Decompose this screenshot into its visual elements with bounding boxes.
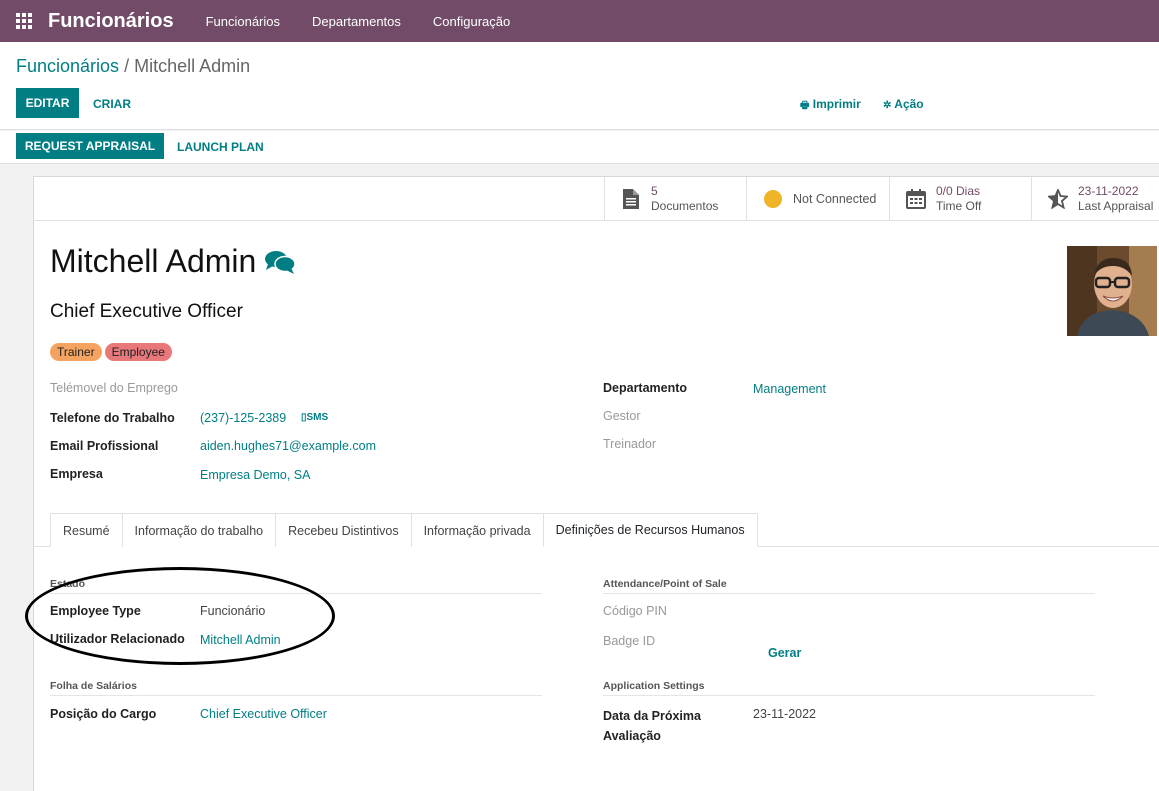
tab-received-badges[interactable]: Recebeu Distintivos: [275, 513, 412, 547]
email-value[interactable]: aiden.hughes71@example.com: [200, 439, 376, 453]
tab-hr-settings[interactable]: Definições de Recursos Humanos: [542, 513, 758, 547]
next-appraisal-label-line1: Data da Próxima: [603, 709, 701, 723]
action-button[interactable]: ✲ Ação: [883, 97, 924, 111]
job-position-value[interactable]: Chief Executive Officer: [200, 707, 327, 721]
launch-plan-button[interactable]: LAUNCH PLAN: [177, 140, 264, 154]
presence-smart-button[interactable]: Not Connected: [746, 177, 889, 221]
control-panel: Funcionários / Mitchell Admin EDITAR CRI…: [0, 42, 1159, 130]
star-icon: [1048, 189, 1068, 209]
attendance-group-title: Attendance/Point of Sale: [603, 578, 727, 590]
create-button[interactable]: CRIAR: [93, 97, 131, 111]
time-off-value: 0/0 Dias: [936, 184, 981, 198]
company-value[interactable]: Empresa Demo, SA: [200, 468, 310, 482]
work-phone-label: Telefone do Trabalho: [50, 411, 175, 425]
email-label: Email Profissional: [50, 439, 159, 453]
app-settings-group-divider: [603, 695, 1095, 696]
sms-button[interactable]: ▯SMS: [301, 412, 328, 423]
mobile-label: Telémovel do Emprego: [50, 381, 178, 395]
calendar-icon: [906, 189, 926, 209]
presence-status-icon: [763, 189, 783, 209]
document-icon: [621, 189, 641, 209]
action-label: Ação: [894, 97, 924, 111]
job-position-label: Posição do Cargo: [50, 707, 157, 721]
employee-name: Mitchell Admin: [50, 243, 297, 280]
tag-trainer[interactable]: Trainer: [50, 343, 102, 361]
badge-id-label: Badge ID: [603, 634, 656, 648]
gear-icon: ✲: [883, 100, 892, 111]
print-label: Imprimir: [812, 97, 861, 111]
breadcrumb-parent[interactable]: Funcionários: [16, 56, 119, 76]
top-navbar: Funcionários Funcionários Departamentos …: [0, 0, 1159, 42]
printer-icon: 🖶: [800, 100, 810, 111]
next-appraisal-label-line2: Avaliação: [603, 729, 661, 743]
form-sheet: 5 Documentos Not Connected 0/0 Dias Time…: [33, 176, 1159, 791]
employee-name-text: Mitchell Admin: [50, 243, 257, 279]
appraisal-smart-button[interactable]: 23-11-2022 Last Appraisal: [1031, 177, 1159, 221]
payroll-group-title: Folha de Salários: [50, 680, 137, 692]
menu-configuracao[interactable]: Configuração: [417, 14, 526, 29]
app-brand[interactable]: Funcionários: [48, 10, 174, 33]
menu-departamentos[interactable]: Departamentos: [296, 14, 417, 29]
breadcrumb-separator: /: [119, 56, 135, 76]
sms-label: SMS: [306, 412, 329, 423]
department-label: Departamento: [603, 381, 688, 395]
print-button[interactable]: 🖶 Imprimir: [800, 97, 861, 115]
attendance-group-divider: [603, 593, 1095, 594]
tab-work-information[interactable]: Informação do trabalho: [121, 513, 277, 547]
payroll-group-divider: [50, 695, 542, 696]
appraisal-date: 23-11-2022: [1078, 184, 1139, 198]
employee-job-title: Chief Executive Officer: [50, 301, 243, 322]
apps-menu-icon[interactable]: [0, 0, 48, 42]
chat-icon[interactable]: [264, 249, 297, 275]
department-value[interactable]: Management: [753, 382, 826, 396]
documents-smart-button[interactable]: 5 Documentos: [604, 177, 746, 221]
documents-label: Documentos: [651, 199, 719, 213]
generate-badge-button[interactable]: Gerar: [768, 646, 801, 660]
manager-label: Gestor: [603, 409, 641, 423]
pin-code-label: Código PIN: [603, 604, 667, 618]
coach-label: Treinador: [603, 437, 657, 451]
request-appraisal-button[interactable]: REQUEST APPRAISAL: [16, 133, 164, 159]
employee-avatar[interactable]: [1067, 246, 1157, 336]
presence-label: Not Connected: [793, 191, 877, 206]
menu-funcionarios[interactable]: Funcionários: [190, 14, 296, 29]
next-appraisal-value[interactable]: 23-11-2022: [753, 707, 816, 721]
company-label: Empresa: [50, 467, 103, 481]
status-bar: REQUEST APPRAISAL LAUNCH PLAN: [0, 131, 1159, 164]
employee-tags: Trainer Employee: [50, 343, 172, 361]
smart-button-box: 5 Documentos Not Connected 0/0 Dias Time…: [34, 177, 1159, 221]
tab-resume[interactable]: Resumé: [50, 513, 123, 547]
time-off-label: Time Off: [936, 199, 982, 213]
tag-employee[interactable]: Employee: [104, 343, 172, 361]
annotation-ellipse: [25, 567, 335, 665]
appraisal-label: Last Appraisal: [1078, 199, 1154, 213]
next-appraisal-label: Data da Próxima Avaliação: [603, 706, 701, 746]
breadcrumb: Funcionários / Mitchell Admin: [16, 56, 250, 77]
time-off-smart-button[interactable]: 0/0 Dias Time Off: [889, 177, 1031, 221]
breadcrumb-current: Mitchell Admin: [134, 56, 251, 76]
work-phone-value[interactable]: (237)-125-2389: [200, 411, 286, 425]
app-settings-group-title: Application Settings: [603, 680, 705, 692]
documents-count: 5: [651, 184, 658, 198]
edit-button[interactable]: EDITAR: [16, 88, 79, 118]
tab-private-information[interactable]: Informação privada: [410, 513, 544, 547]
form-tabs: Resumé Informação do trabalho Recebeu Di…: [50, 513, 758, 547]
